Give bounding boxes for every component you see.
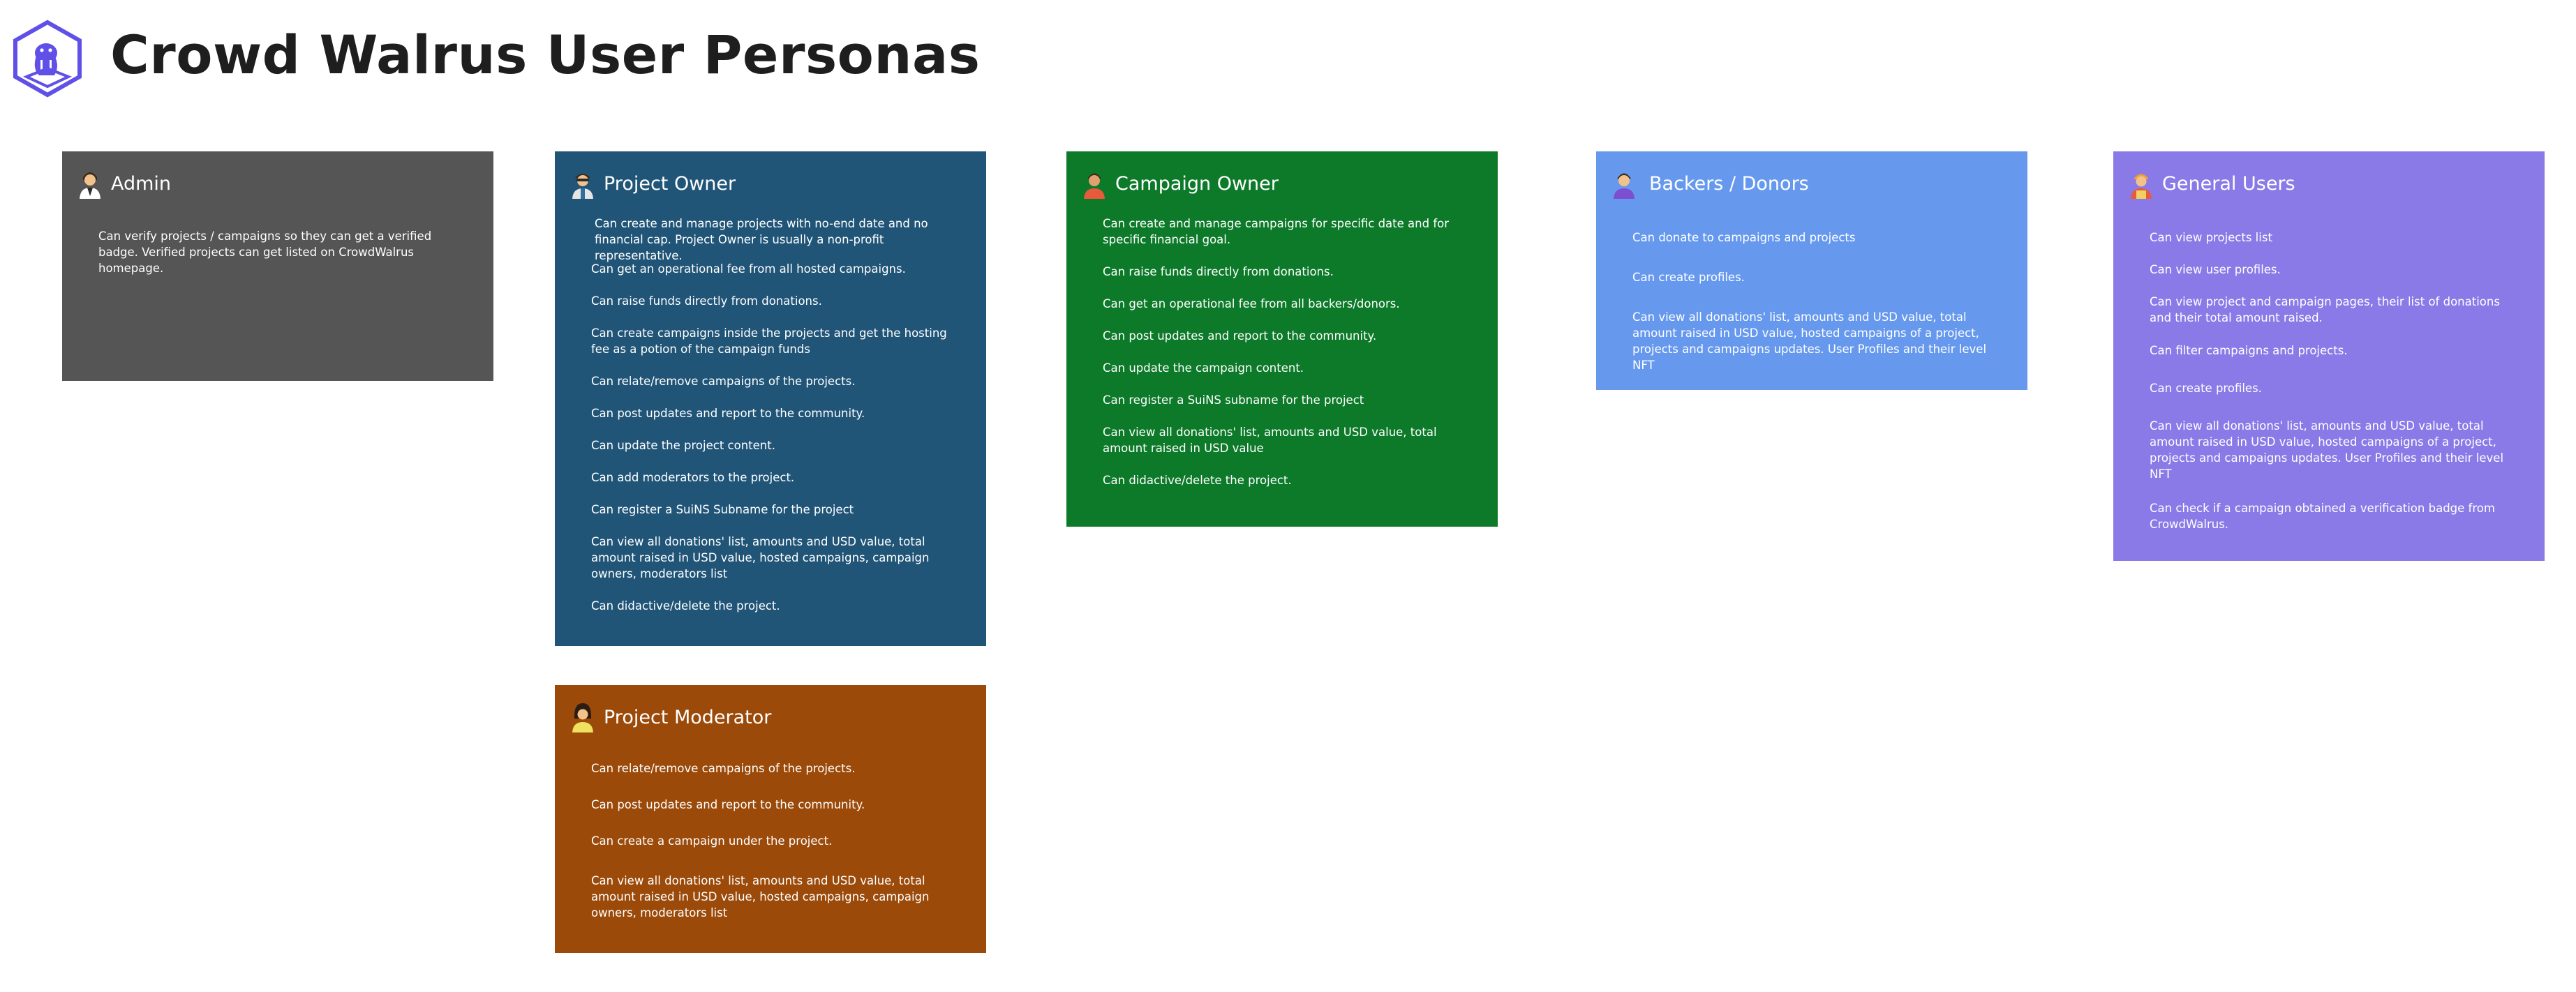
persona-item: Can view all donations' list, amounts an… <box>1103 426 1437 455</box>
admin-avatar-icon <box>80 172 100 199</box>
persona-card-admin: Admin Can verify projects / campaigns so… <box>62 151 493 381</box>
persona-item: Can update the project content. <box>591 439 775 452</box>
persona-item: Can verify projects / campaigns so they … <box>98 230 432 275</box>
persona-card-project-moderator: Project Moderator Can relate/remove camp… <box>555 685 986 953</box>
persona-title: Admin <box>111 172 172 195</box>
persona-card-project-owner: Project Owner Can create and manage proj… <box>555 151 986 646</box>
persona-title: General Users <box>2162 172 2295 195</box>
persona-item: Can create campaigns inside the projects… <box>591 326 947 356</box>
persona-item: Can register a SuiNS Subname for the pro… <box>591 503 854 516</box>
page-title: Crowd Walrus User Personas <box>110 24 981 86</box>
campaign-owner-avatar-icon <box>1084 173 1105 199</box>
persona-item: Can create and manage campaigns for spec… <box>1103 217 1450 246</box>
persona-title: Project Owner <box>604 172 736 195</box>
persona-item: Can relate/remove campaigns of the proje… <box>591 375 856 388</box>
persona-item: Can didactive/delete the project. <box>591 599 780 613</box>
crowd-walrus-logo-icon <box>13 20 82 98</box>
persona-item: Can view projects list <box>2150 231 2272 244</box>
persona-item: Can post updates and report to the commu… <box>1103 329 1377 343</box>
persona-item: Can view all donations' list, amounts an… <box>1632 310 1987 372</box>
persona-item: Can view user profiles. <box>2150 263 2281 276</box>
persona-item: Can create a campaign under the project. <box>591 834 833 848</box>
persona-item: Can raise funds directly from donations. <box>1103 265 1334 278</box>
persona-item: Can didactive/delete the project. <box>1103 474 1292 487</box>
persona-item: Can create profiles. <box>1632 271 1745 284</box>
persona-item: Can add moderators to the project. <box>591 471 795 484</box>
persona-item: Can donate to campaigns and projects <box>1632 231 1856 244</box>
persona-item: Can relate/remove campaigns of the proje… <box>591 762 856 775</box>
persona-item: Can check if a campaign obtained a verif… <box>2150 502 2495 531</box>
persona-title: Backers / Donors <box>1649 172 1809 195</box>
moderator-avatar-icon <box>572 703 593 732</box>
persona-item: Can view project and campaign pages, the… <box>2150 295 2500 324</box>
persona-card-general-users: General Users Can view projects list Can… <box>2113 151 2545 561</box>
persona-item: Can post updates and report to the commu… <box>591 407 865 420</box>
project-owner-avatar-icon <box>572 174 593 199</box>
persona-item: Can view all donations' list, amounts an… <box>591 874 930 919</box>
persona-item: Can create and manage projects with no-e… <box>595 217 928 262</box>
persona-item: Can post updates and report to the commu… <box>591 798 865 811</box>
persona-title: Campaign Owner <box>1115 172 1279 195</box>
persona-item: Can raise funds directly from donations. <box>591 294 822 308</box>
persona-item: Can register a SuiNS subname for the pro… <box>1103 393 1364 407</box>
persona-card-campaign-owner: Campaign Owner Can create and manage cam… <box>1066 151 1498 527</box>
backer-avatar-icon <box>1614 173 1635 199</box>
persona-title: Project Moderator <box>604 706 772 728</box>
persona-item: Can create profiles. <box>2150 382 2262 395</box>
persona-item: Can view all donations' list, amounts an… <box>2150 419 2504 481</box>
persona-item: Can filter campaigns and projects. <box>2150 344 2348 357</box>
persona-item: Can get an operational fee from all back… <box>1103 297 1400 310</box>
general-user-avatar-icon <box>2131 174 2152 199</box>
persona-item: Can view all donations' list, amounts an… <box>591 535 930 580</box>
persona-item: Can get an operational fee from all host… <box>591 262 906 276</box>
persona-item: Can update the campaign content. <box>1103 361 1304 375</box>
persona-card-backers: Backers / Donors Can donate to campaigns… <box>1596 151 2027 390</box>
